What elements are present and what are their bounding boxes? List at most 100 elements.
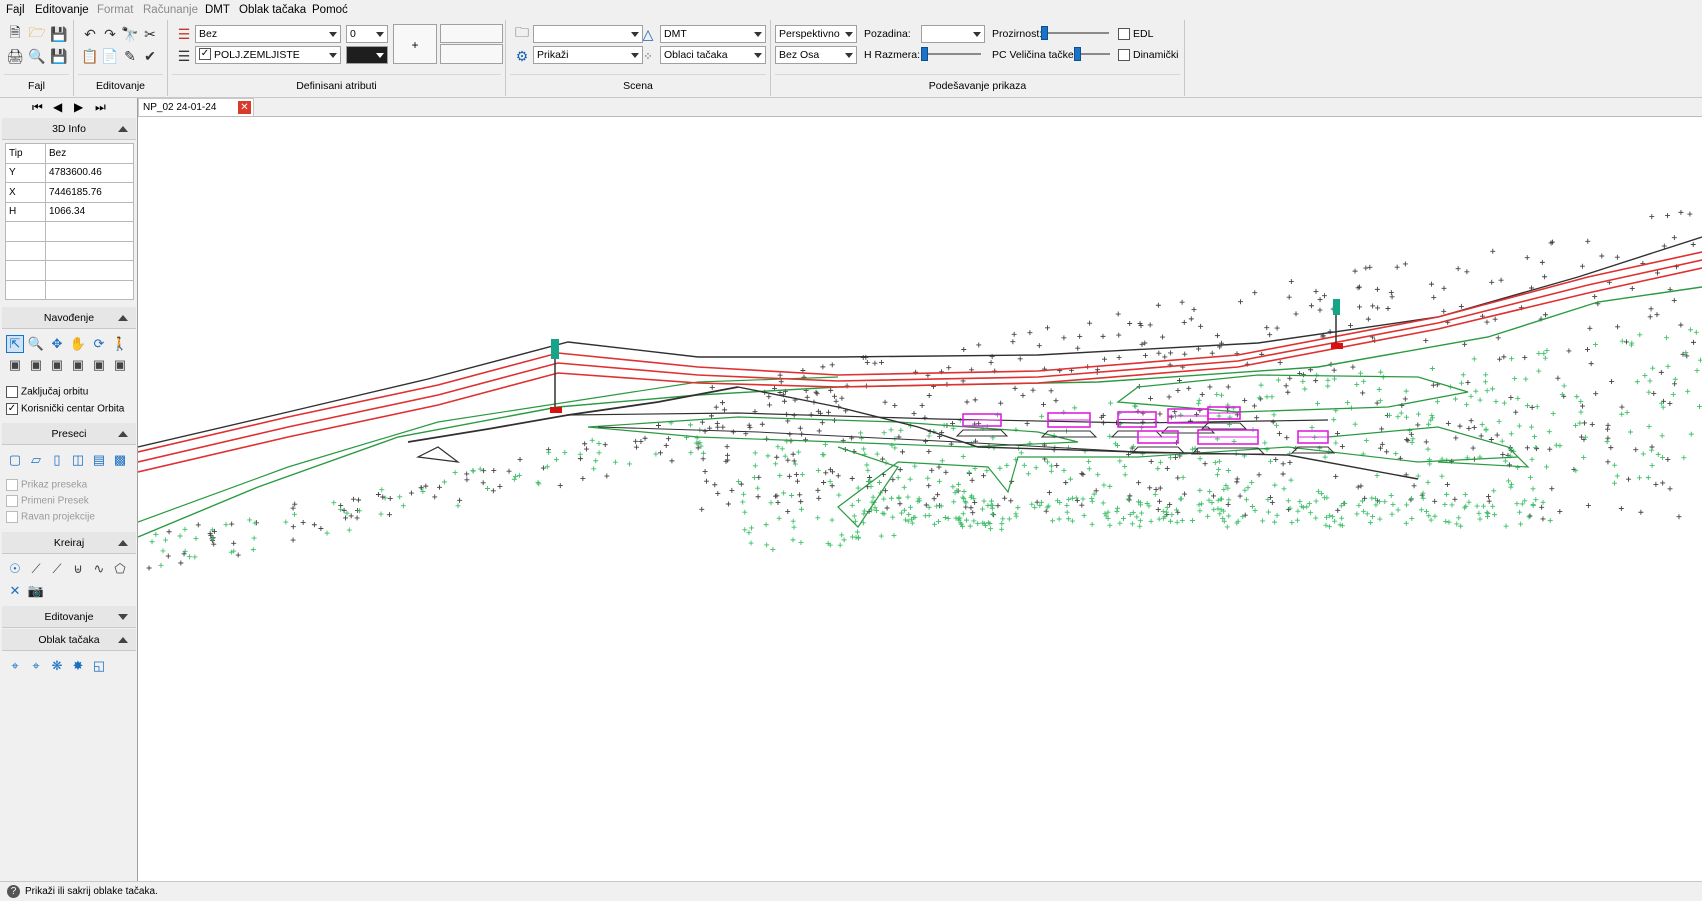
expand-icon[interactable] [118, 614, 128, 620]
collapse-icon[interactable] [118, 540, 128, 546]
menu-format[interactable]: Format [97, 4, 133, 16]
collapse-icon[interactable] [118, 637, 128, 643]
create-fan-lines-icon[interactable]: ⊎ [69, 560, 87, 578]
camera-icon[interactable]: 📷 [27, 582, 45, 600]
view-back-icon[interactable]: ▣ [27, 356, 45, 374]
section-box-icon[interactable]: ▢ [6, 451, 24, 469]
menu-racunanje[interactable]: Računanje [143, 4, 198, 16]
orbit-icon[interactable]: ⟳ [90, 335, 108, 353]
slider-thumb[interactable] [921, 47, 928, 61]
projection-plane-row[interactable]: Ravan projekcije [6, 511, 95, 523]
menu-fajl[interactable]: Fajl [6, 4, 25, 16]
cloud-crop-icon[interactable]: ⌖ [6, 657, 24, 675]
color-select[interactable] [346, 46, 388, 64]
apply-section-checkbox[interactable] [6, 495, 18, 507]
paste-icon[interactable]: 📄 [100, 46, 120, 66]
new-file-icon[interactable]: 🗎 [5, 24, 25, 44]
cut-icon[interactable]: ✂ [140, 24, 160, 44]
layer-select[interactable]: ✓ POLJ.ZEMLJISTE [195, 46, 341, 64]
collapse-icon[interactable] [118, 315, 128, 321]
show-section-row[interactable]: Prikaz preseka [6, 479, 87, 491]
slider-thumb[interactable] [1041, 26, 1048, 40]
view-iso-icon[interactable]: ▣ [111, 356, 129, 374]
cloud-filter-icon[interactable]: ✸ [69, 657, 87, 675]
custom-orbit-center-row[interactable]: ✓ Korisnički centar Orbita [6, 403, 124, 415]
settings-gears-icon[interactable]: ⚙ [512, 46, 532, 66]
rename-icon[interactable]: ✎ [120, 46, 140, 66]
slider-thumb[interactable] [1074, 47, 1081, 61]
pan-arrows-icon[interactable]: ✥ [48, 335, 66, 353]
dmt-icon[interactable]: △ [638, 24, 658, 44]
apply-section-row[interactable]: Primeni Presek [6, 495, 89, 507]
section-header-3d-info[interactable]: 3D Info [2, 118, 136, 140]
delete-x-icon[interactable]: ✕ [6, 582, 24, 600]
find-icon[interactable]: 🔭 [120, 24, 140, 44]
menu-dmt[interactable]: DMT [205, 4, 230, 16]
dynamic-checkbox[interactable] [1118, 49, 1130, 61]
collapse-icon[interactable] [118, 126, 128, 132]
print-icon[interactable]: 🖨 [5, 46, 25, 66]
menu-editovanje[interactable]: Editovanje [35, 4, 89, 16]
create-polygon-icon[interactable]: ⬠ [111, 560, 129, 578]
create-line-icon[interactable]: ⟋ [27, 560, 45, 578]
background-select[interactable] [921, 25, 985, 43]
section-header-navodjenje[interactable]: Navođenje [2, 307, 136, 329]
menu-pomoc[interactable]: Pomoć [312, 4, 348, 16]
open-folder-icon[interactable]: 🗁 [27, 24, 47, 44]
first-record-icon[interactable]: ⏮ [32, 100, 43, 115]
edl-checkbox[interactable] [1118, 28, 1130, 40]
axes-select[interactable]: Bez Osa [775, 46, 857, 64]
pc-point-size-slider[interactable] [1074, 47, 1110, 61]
show-section-checkbox[interactable] [6, 479, 18, 491]
lock-orbit-checkbox[interactable] [6, 386, 18, 398]
section-header-editovanje[interactable]: Editovanje [2, 606, 136, 628]
section-layers-icon[interactable]: ▤ [90, 451, 108, 469]
copy-icon[interactable]: 📋 [80, 46, 100, 66]
line-weight-select[interactable]: 0 [346, 25, 388, 43]
collapse-icon[interactable] [118, 431, 128, 437]
print-preview-icon[interactable]: 🔍 [27, 46, 47, 66]
section-header-kreiraj[interactable]: Kreiraj [2, 532, 136, 554]
last-record-icon[interactable]: ⏭ [95, 100, 106, 115]
save-icon[interactable]: 💾 [49, 24, 69, 44]
section-plane-icon[interactable]: ▱ [27, 451, 45, 469]
layer-checkbox[interactable]: ✓ [199, 48, 211, 61]
help-icon[interactable]: ? [7, 885, 20, 898]
projection-select[interactable]: Perspektivno [775, 25, 857, 43]
scene-view-icon[interactable]: 🗀 [512, 24, 532, 44]
h-scale-slider[interactable] [921, 47, 981, 61]
cloud-export-icon[interactable]: ◱ [90, 657, 108, 675]
point-cloud-icon[interactable]: ⁘ [638, 46, 658, 66]
section-clear-icon[interactable]: ▩ [111, 451, 129, 469]
create-point-icon[interactable]: ☉ [6, 560, 24, 578]
redo-icon[interactable]: ↷ [100, 24, 120, 44]
document-tab[interactable]: NP_02 24-01-24 ✕ [138, 98, 254, 116]
walk-person-icon[interactable]: 🚶 [111, 335, 129, 353]
view-right-icon[interactable]: ▣ [90, 356, 108, 374]
layers-icon[interactable]: ☰ [174, 24, 194, 44]
view-front-icon[interactable]: ▣ [6, 356, 24, 374]
undo-icon[interactable]: ↶ [80, 24, 100, 44]
attribute-type-select[interactable]: Bez [195, 25, 341, 43]
view-top-icon[interactable]: ▣ [48, 356, 66, 374]
custom-orbit-center-checkbox[interactable]: ✓ [6, 403, 18, 415]
point-clouds-select[interactable]: Oblaci tačaka [660, 46, 766, 64]
close-tab-icon[interactable]: ✕ [238, 101, 251, 114]
attribute-lines-icon[interactable]: ☰ [174, 46, 194, 66]
cloud-select-icon[interactable]: ⌖ [27, 657, 45, 675]
display-select[interactable]: Prikaži [533, 46, 643, 64]
3d-viewport[interactable] [137, 116, 1702, 882]
view-left-icon[interactable]: ▣ [69, 356, 87, 374]
scene-canvas[interactable] [137, 117, 1702, 882]
dmt-select[interactable]: DMT [660, 25, 766, 43]
previous-record-icon[interactable]: ◀ [53, 100, 62, 114]
hand-icon[interactable]: ✋ [69, 335, 87, 353]
section-header-oblak-tacaka[interactable]: Oblak tačaka [2, 629, 136, 651]
cloud-classify-icon[interactable]: ❋ [48, 657, 66, 675]
create-polyline-icon[interactable]: ∿ [90, 560, 108, 578]
projection-plane-checkbox[interactable] [6, 511, 18, 523]
save-as-icon[interactable]: 💾 [49, 46, 69, 66]
next-record-icon[interactable]: ▶ [74, 100, 83, 114]
section-profile-icon[interactable]: ◫ [69, 451, 87, 469]
create-double-line-icon[interactable]: ⟋ [48, 560, 66, 578]
